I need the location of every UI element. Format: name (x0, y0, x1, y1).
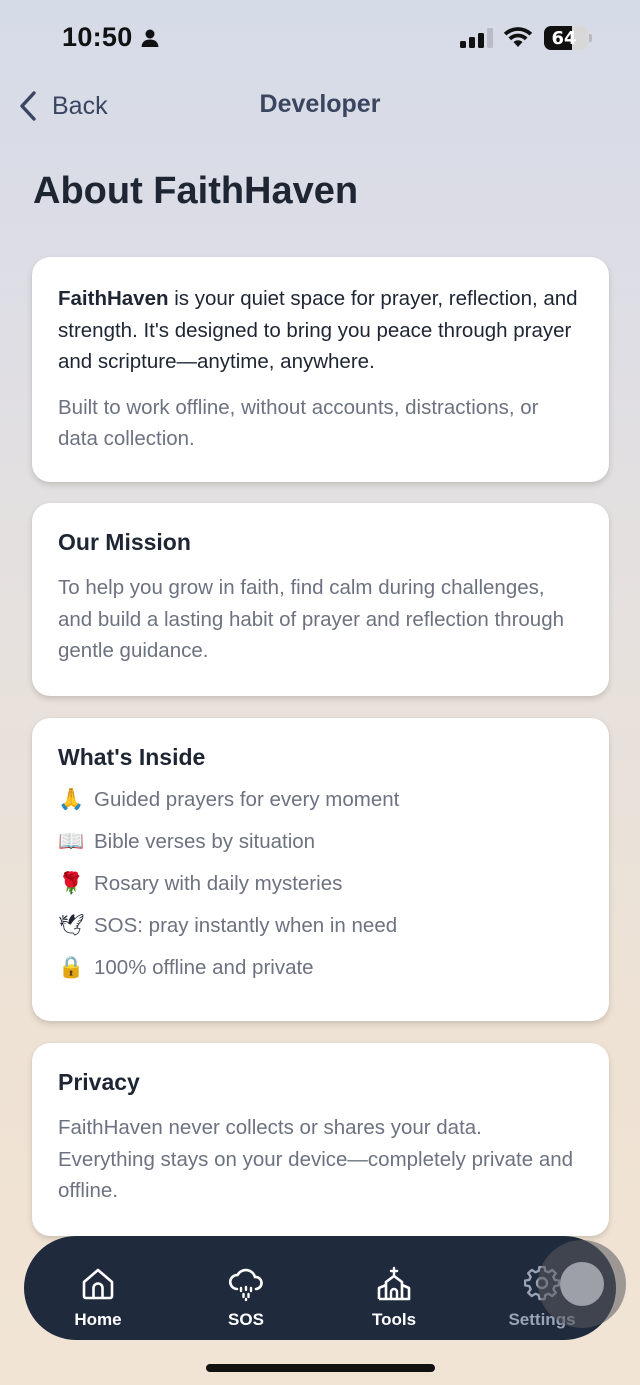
whats-inside-title: What's Inside (58, 744, 206, 770)
feature-text: Bible verses by situation (94, 830, 316, 853)
list-item: 🌹 Rosary with daily mysteries (58, 863, 583, 905)
whats-inside-card: What's Inside 🙏 Guided prayers for every… (32, 718, 609, 1021)
home-indicator[interactable] (206, 1364, 435, 1372)
feature-text: Rosary with daily mysteries (94, 872, 343, 895)
church-icon (377, 1266, 411, 1301)
back-label: Back (52, 91, 108, 120)
navigation-bar: Developer Back (0, 78, 640, 132)
intro-note: Built to work offline, without accounts,… (58, 395, 539, 451)
battery-level: 64 (551, 28, 577, 49)
privacy-text: FaithHaven never collects or shares your… (58, 1116, 574, 1202)
brand-name: FaithHaven (58, 287, 169, 310)
mission-text: To help you grow in faith, find calm dur… (58, 576, 565, 662)
status-bar: 10:50 64 (0, 0, 640, 78)
intro-lead: FaithHaven is your quiet space for praye… (58, 283, 583, 378)
tab-tools[interactable]: Tools (320, 1236, 468, 1340)
cloud-rain-icon (228, 1268, 263, 1302)
house-icon (82, 1268, 114, 1300)
list-item: 🕊 SOS: pray instantly when in need (58, 905, 583, 947)
tab-bar: Home SOS Tools Settings (24, 1236, 616, 1340)
page-title: About FaithHaven (33, 170, 359, 212)
rose-icon: 🌹 (58, 872, 85, 895)
privacy-title: Privacy (58, 1069, 140, 1095)
lock-icon: 🔒 (58, 956, 85, 979)
privacy-card: Privacy FaithHaven never collects or sha… (32, 1043, 609, 1236)
cellular-signal-icon (460, 28, 493, 48)
tab-label: SOS (228, 1310, 264, 1329)
back-button[interactable]: Back (18, 86, 108, 126)
feature-text: 100% offline and private (94, 956, 314, 979)
tab-sos[interactable]: SOS (172, 1236, 320, 1340)
chevron-left-icon (20, 91, 36, 121)
person-icon (141, 29, 159, 47)
intro-card: FaithHaven is your quiet space for praye… (32, 257, 609, 482)
status-time: 10:50 (62, 22, 133, 52)
mission-title: Our Mission (58, 529, 191, 555)
list-item: 📖 Bible verses by situation (58, 821, 583, 863)
tab-label: Tools (371, 1310, 417, 1329)
tab-home[interactable]: Home (24, 1236, 172, 1340)
list-item: 🙏 Guided prayers for every moment (58, 779, 583, 821)
feature-text: Guided prayers for every moment (94, 788, 400, 811)
tab-label: Home (74, 1310, 122, 1329)
dove-icon: 🕊 (58, 914, 85, 937)
mission-card: Our Mission To help you grow in faith, f… (32, 503, 609, 696)
battery-indicator: 64 (544, 26, 592, 50)
wifi-icon (503, 27, 533, 47)
praying-hands-icon: 🙏 (58, 788, 85, 811)
list-item: 🔒 100% offline and private (58, 947, 583, 989)
feature-list: 🙏 Guided prayers for every moment 📖 Bibl… (58, 779, 583, 989)
feature-text: SOS: pray instantly when in need (94, 914, 398, 937)
assistive-touch-button[interactable] (538, 1240, 626, 1328)
open-book-icon: 📖 (58, 830, 85, 853)
